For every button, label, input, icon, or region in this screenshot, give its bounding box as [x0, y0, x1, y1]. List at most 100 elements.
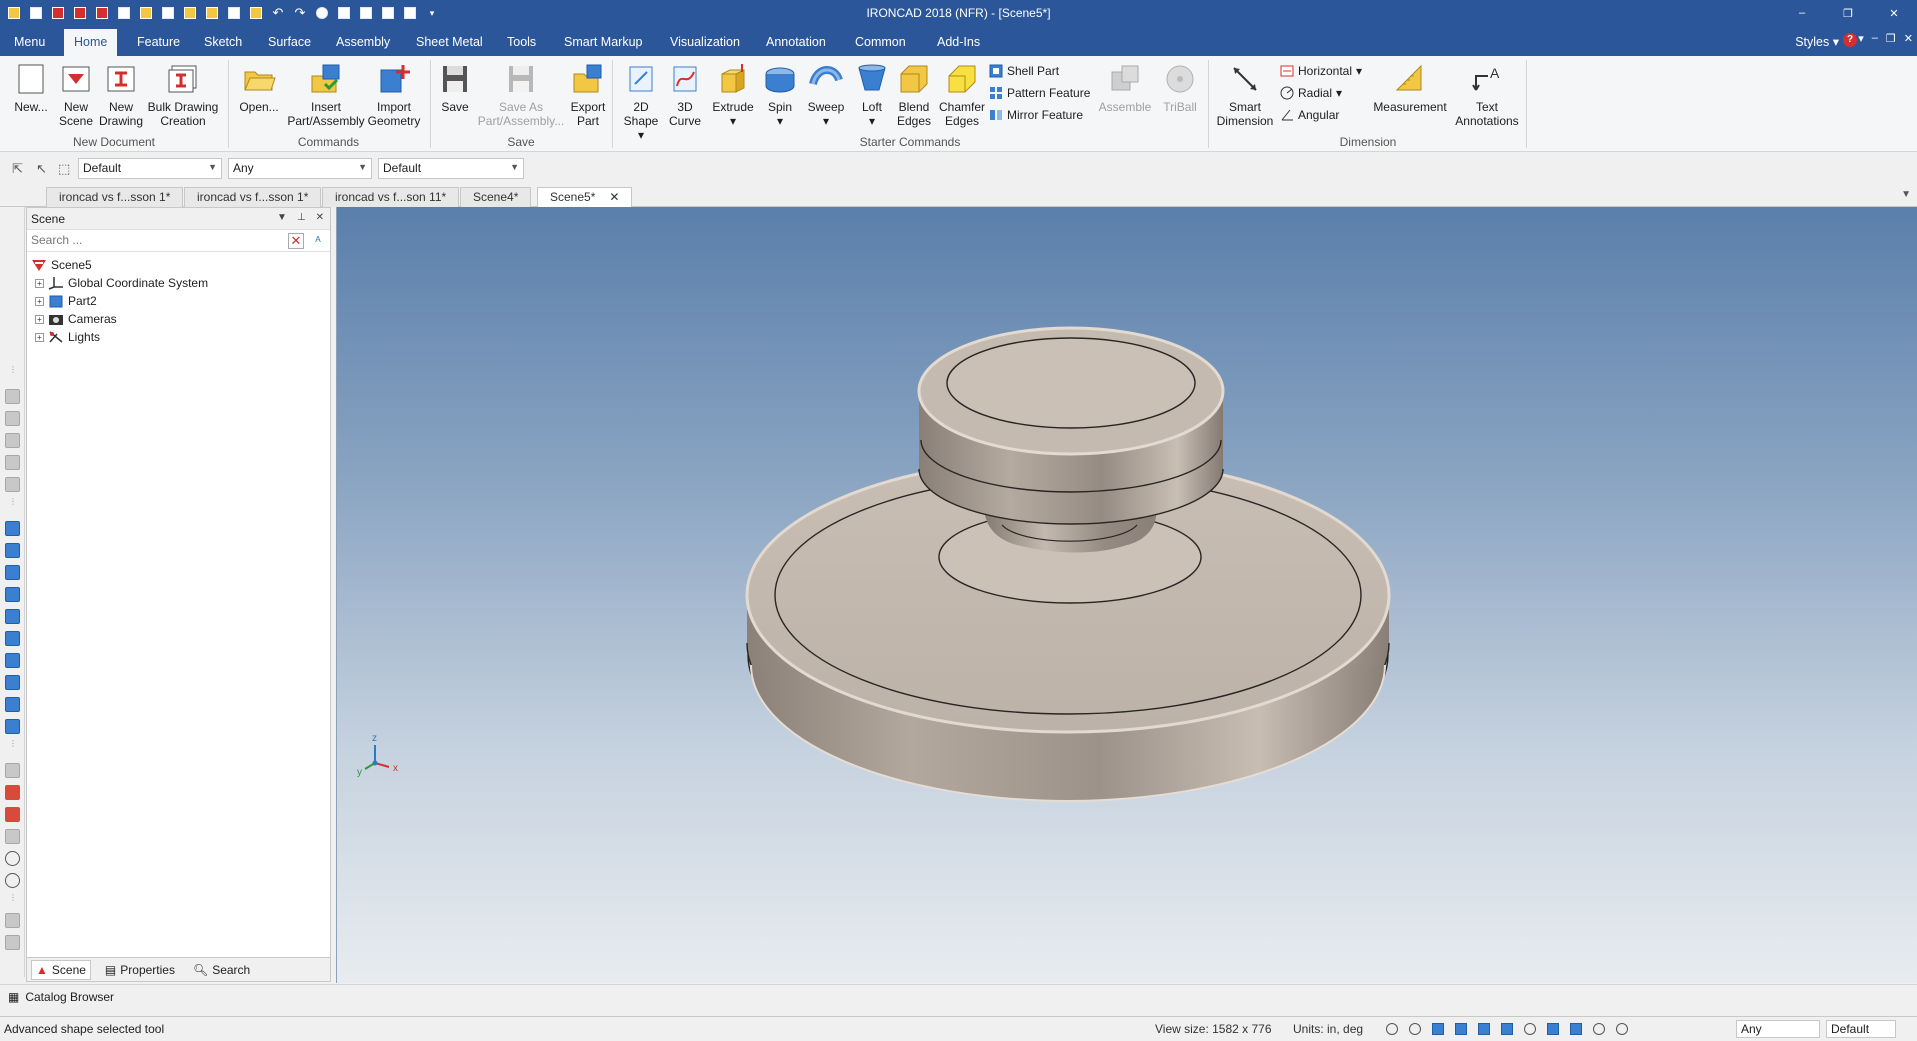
tab-tools[interactable]: Tools [497, 29, 546, 56]
export-part-button[interactable]: Export Part [568, 62, 608, 128]
measurement-button[interactable]: Measurement [1370, 62, 1450, 114]
minimize-button[interactable]: – [1779, 0, 1825, 26]
radial-dimension-button[interactable]: Radial ▾ [1280, 86, 1342, 100]
text-annotations-button[interactable]: A Text Annotations [1452, 62, 1522, 128]
pointer-icon[interactable]: ↖ [36, 161, 52, 177]
select-filter-icon[interactable]: ⇱ [12, 161, 28, 177]
view-tool-icon[interactable] [5, 455, 20, 470]
tab-overflow-icon[interactable]: ▼ [1901, 189, 1911, 200]
ruler-tool-icon[interactable] [5, 935, 20, 950]
tab-assembly[interactable]: Assembly [326, 29, 400, 56]
import-geometry-button[interactable]: Import Geometry [366, 62, 422, 128]
new-drawing-button[interactable]: New Drawing [99, 62, 143, 128]
tab-sketch[interactable]: Sketch [194, 29, 252, 56]
selection-mode-icon[interactable]: ⬚ [58, 161, 74, 177]
shape-tool-icon[interactable] [5, 719, 20, 734]
bulk-drawing-creation-button[interactable]: Bulk Drawing Creation [146, 62, 220, 128]
part-knob[interactable] [917, 326, 1225, 525]
assemble-button[interactable]: Assemble [1096, 62, 1154, 114]
mdi-minimize-icon[interactable]: – [1872, 32, 1878, 45]
save-button[interactable]: Save [437, 62, 473, 114]
render-mode-icon[interactable] [1453, 1021, 1471, 1037]
mirror-feature-button[interactable]: Mirror Feature [989, 108, 1083, 122]
style-combo[interactable]: Default ▼ [78, 158, 222, 179]
pin-icon[interactable]: ⊥ [297, 212, 306, 223]
sweep-button[interactable]: Sweep ▾ [806, 62, 846, 128]
visibility-icon[interactable] [1522, 1021, 1540, 1037]
panel-tab-properties[interactable]: ▤ Properties [101, 961, 179, 979]
3d-viewport[interactable]: z y x [336, 207, 1917, 983]
spin-button[interactable]: Spin ▾ [761, 62, 799, 128]
doc-tab[interactable]: ironcad vs f...son 11* [322, 187, 460, 207]
shell-part-button[interactable]: Shell Part [989, 64, 1059, 78]
dimension-tool-icon[interactable] [5, 763, 20, 778]
view-tool-icon[interactable] [5, 477, 20, 492]
new-button[interactable]: New... [8, 62, 54, 114]
doc-tab[interactable]: ironcad vs f...sson 1* [46, 187, 184, 207]
pointer-status-icon[interactable] [1614, 1021, 1632, 1037]
shape-2d-button[interactable]: 2D Shape ▾ [620, 62, 662, 142]
angular-dimension-button[interactable]: Angular [1280, 108, 1339, 122]
extrude-button[interactable]: Extrude ▾ [710, 62, 756, 128]
section-icon[interactable] [1499, 1021, 1517, 1037]
expand-icon[interactable]: + [35, 332, 44, 342]
view-tool-icon[interactable] [5, 389, 20, 404]
status-style-combo[interactable]: Default [1826, 1020, 1896, 1038]
panel-tab-search[interactable]: 🔍︎ Search [189, 961, 254, 979]
edit-tool-icon[interactable] [5, 785, 20, 800]
shape-tool-icon[interactable] [5, 609, 20, 624]
loft-button[interactable]: Loft ▾ [853, 62, 891, 128]
tab-annotation[interactable]: Annotation [756, 29, 836, 56]
panel-menu-icon[interactable]: ▼ [277, 212, 287, 223]
tab-add-ins[interactable]: Add-Ins [927, 29, 990, 56]
catalog-browser-bar[interactable]: ▦ Catalog Browser [0, 984, 1917, 1008]
tree-item-global-coordinate-system[interactable]: + Global Coordinate System [29, 274, 328, 292]
close-tab-icon[interactable]: ✕ [609, 190, 619, 204]
rotate-tool-icon[interactable] [5, 873, 20, 888]
expand-icon[interactable]: + [35, 296, 44, 306]
shape-tool-icon[interactable] [5, 587, 20, 602]
material-combo[interactable]: Default ▼ [378, 158, 524, 179]
view-tool-icon[interactable] [5, 411, 20, 426]
new-scene-button[interactable]: New Scene [56, 62, 96, 128]
expand-icon[interactable]: + [35, 314, 44, 324]
save-as-button[interactable]: Save As Part/Assembly... [474, 62, 568, 128]
shape-tool-icon[interactable] [5, 675, 20, 690]
tab-sheet-metal[interactable]: Sheet Metal [406, 29, 493, 56]
rotate-tool-icon[interactable] [5, 851, 20, 866]
tab-surface[interactable]: Surface [258, 29, 321, 56]
tab-common[interactable]: Common [845, 29, 916, 56]
zoom-fit-icon[interactable] [1407, 1021, 1425, 1037]
filter-combo[interactable]: Any ▼ [228, 158, 372, 179]
shape-tool-icon[interactable] [5, 697, 20, 712]
clear-search-icon[interactable]: ✕ [288, 233, 304, 249]
shape-tool-icon[interactable] [5, 565, 20, 580]
help-icon[interactable]: ? [1843, 33, 1857, 47]
tree-item-part2[interactable]: + Part2 [29, 292, 328, 310]
tree-item-lights[interactable]: + Lights [29, 328, 328, 346]
restore-button[interactable]: ❐ [1825, 0, 1871, 26]
triball-button[interactable]: TriBall [1160, 62, 1200, 114]
view-tool-icon[interactable] [5, 433, 20, 448]
smart-dimension-button[interactable]: Smart Dimension [1214, 62, 1276, 128]
close-button[interactable]: ✕ [1871, 0, 1917, 26]
insert-part-assembly-button[interactable]: Insert Part/Assembly [286, 62, 366, 128]
tab-home[interactable]: Home [64, 29, 118, 56]
selection-filter-icon[interactable] [1591, 1021, 1609, 1037]
panel-close-icon[interactable]: ✕ [316, 212, 324, 223]
tab-feature[interactable]: Feature [127, 29, 190, 56]
shape-tool-icon[interactable] [5, 653, 20, 668]
display-icon[interactable] [1545, 1021, 1563, 1037]
doc-tab[interactable]: ironcad vs f...sson 1* [184, 187, 322, 207]
mdi-dropdown-icon[interactable]: ▾ [1858, 32, 1864, 45]
panel-tab-scene[interactable]: ▲ Scene [31, 959, 91, 980]
shape-tool-icon[interactable] [5, 543, 20, 558]
tree-item-cameras[interactable]: + Cameras [29, 310, 328, 328]
status-filter-combo[interactable]: Any [1736, 1020, 1820, 1038]
pattern-feature-button[interactable]: Pattern Feature [989, 86, 1090, 100]
tab-visualization[interactable]: Visualization [660, 29, 750, 56]
shape-tool-icon[interactable] [5, 521, 20, 536]
doc-tab[interactable]: Scene4* [460, 187, 532, 207]
shape-tool-icon[interactable] [5, 631, 20, 646]
styles-menu[interactable]: Styles ▾ [1795, 34, 1839, 49]
